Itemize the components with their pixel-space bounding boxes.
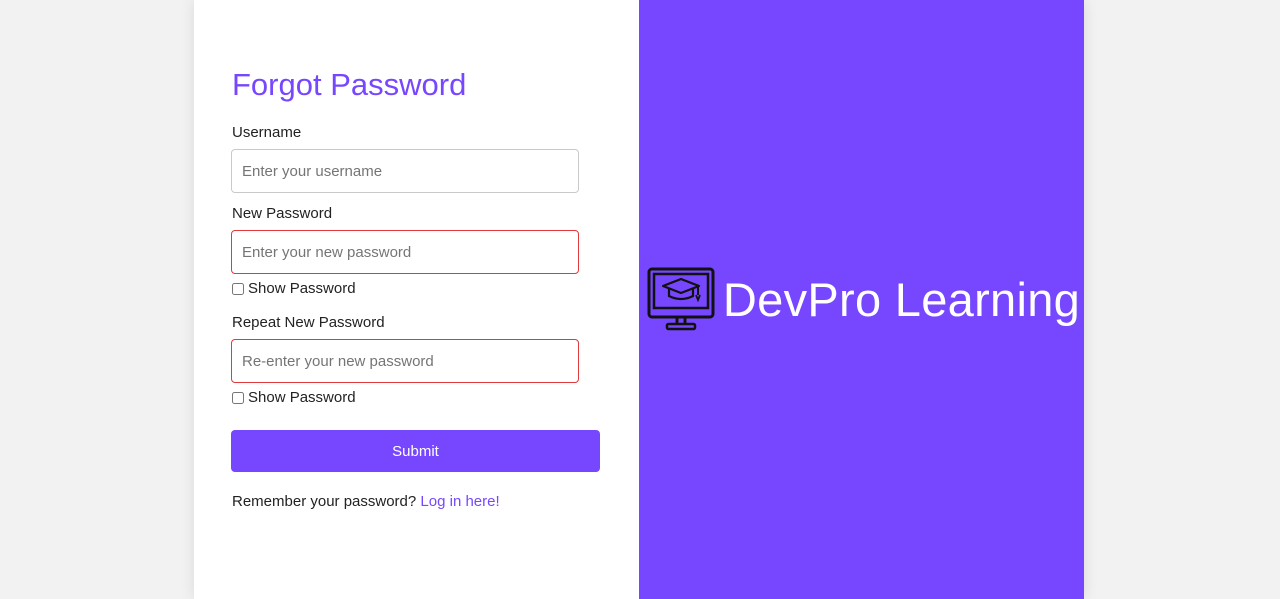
username-input[interactable] xyxy=(231,149,579,193)
brand-logo: DevPro Learning xyxy=(647,267,1080,333)
show-repeat-password-label[interactable]: Show Password xyxy=(248,389,356,406)
show-repeat-password-row: Show Password xyxy=(231,389,356,406)
show-new-password-label[interactable]: Show Password xyxy=(248,280,356,297)
page-title: Forgot Password xyxy=(232,67,467,102)
monitor-graduation-cap-icon xyxy=(647,267,715,330)
login-prompt-text: Remember your password? xyxy=(232,493,417,510)
repeat-password-input[interactable] xyxy=(231,339,579,383)
new-password-label: New Password xyxy=(232,205,333,222)
login-prompt: Remember your password? Log in here! xyxy=(232,493,500,510)
submit-button[interactable]: Submit xyxy=(231,430,600,472)
show-new-password-checkbox[interactable] xyxy=(232,282,244,295)
show-new-password-row: Show Password xyxy=(231,280,356,297)
brand-panel: DevPro Learning xyxy=(639,0,1084,599)
username-label: Username xyxy=(232,124,302,141)
new-password-input[interactable] xyxy=(231,230,579,274)
login-prompt-suffix: ! xyxy=(495,493,500,510)
repeat-password-label: Repeat New Password xyxy=(232,314,385,331)
brand-name: DevPro Learning xyxy=(722,273,1081,326)
forgot-password-card: Forgot Password Username New Password Sh… xyxy=(194,0,1084,599)
form-panel: Forgot Password Username New Password Sh… xyxy=(194,0,639,599)
login-link[interactable]: Log in here xyxy=(420,493,495,510)
show-repeat-password-checkbox[interactable] xyxy=(232,391,244,404)
